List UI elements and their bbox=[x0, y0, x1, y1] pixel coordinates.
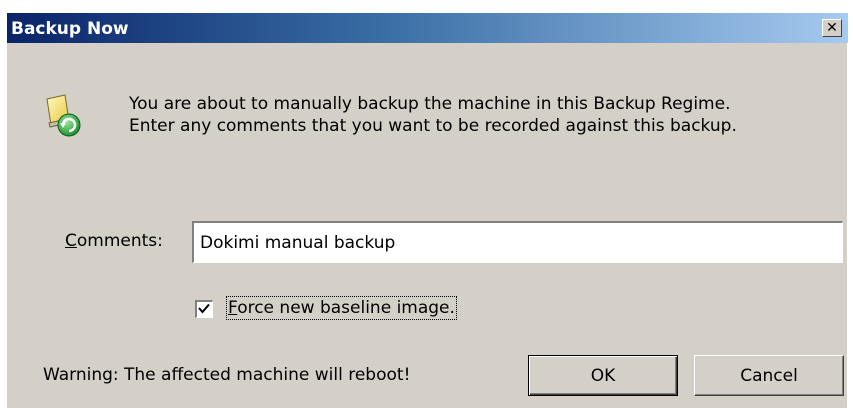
intro-line-1: You are about to manually backup the mac… bbox=[129, 94, 731, 114]
intro-text: You are about to manually backup the mac… bbox=[129, 93, 737, 137]
checkmark-icon bbox=[198, 303, 210, 314]
backup-machine-icon bbox=[46, 94, 81, 137]
reboot-warning: Warning: The affected machine will reboo… bbox=[43, 365, 411, 385]
backup-now-dialog: Backup Now ✕ You are about to manually b… bbox=[6, 12, 848, 408]
force-baseline-label[interactable]: Force new baseline image. bbox=[226, 296, 457, 320]
ok-button[interactable]: OK bbox=[528, 355, 678, 396]
cancel-button[interactable]: Cancel bbox=[694, 355, 844, 396]
comments-label: Comments: bbox=[65, 231, 163, 251]
dialog-title: Backup Now bbox=[11, 19, 129, 39]
close-icon: ✕ bbox=[826, 20, 838, 36]
comments-input[interactable] bbox=[192, 221, 843, 263]
force-baseline-checkbox[interactable] bbox=[195, 300, 213, 318]
title-bar[interactable]: Backup Now ✕ bbox=[7, 13, 848, 43]
intro-line-2: Enter any comments that you want to be r… bbox=[129, 116, 737, 136]
close-button[interactable]: ✕ bbox=[822, 19, 842, 37]
